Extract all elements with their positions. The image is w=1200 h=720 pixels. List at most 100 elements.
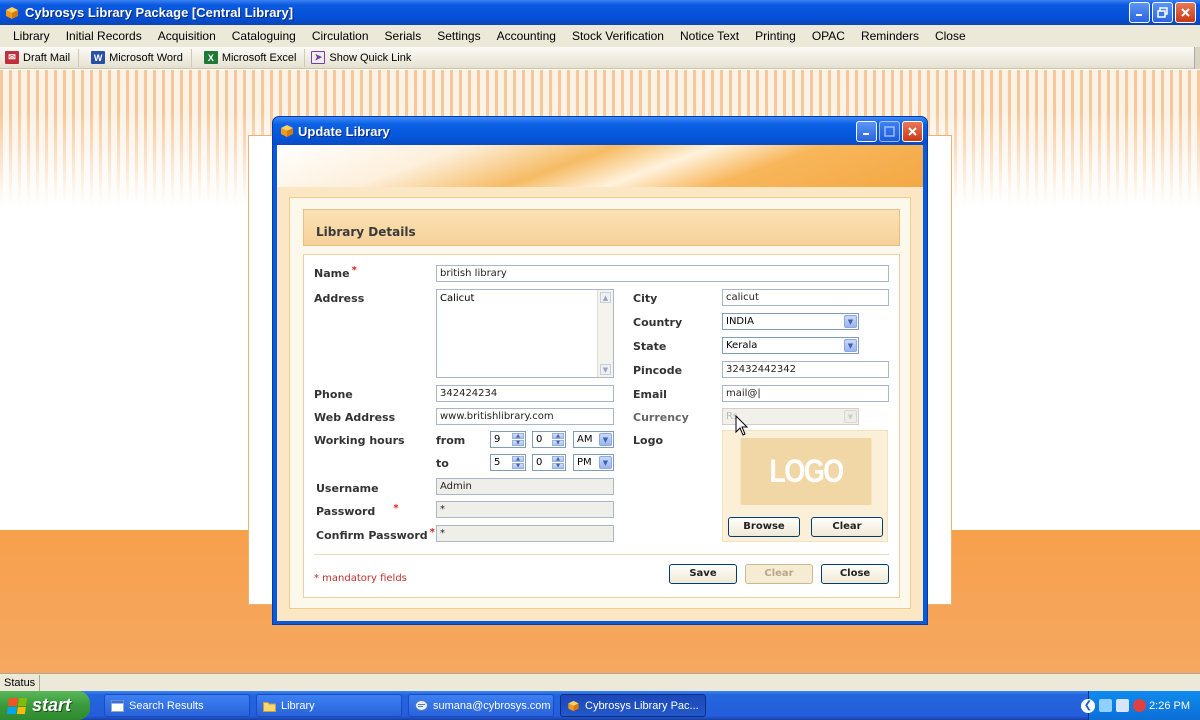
start-button[interactable]: start — [0, 691, 90, 720]
search-window-icon — [111, 699, 124, 712]
quick-microsoft-excel[interactable]: X Microsoft Excel — [192, 48, 306, 67]
chevron-down-icon[interactable]: ▼ — [844, 315, 857, 328]
menu-accounting[interactable]: Accounting — [489, 29, 564, 43]
toolbar-scroll-nub[interactable] — [1194, 47, 1200, 69]
scroll-down-icon[interactable]: ▼ — [600, 364, 611, 375]
app-restore-button[interactable] — [1152, 2, 1173, 23]
display-icon[interactable] — [1116, 699, 1129, 712]
taskbar-item-label: Library — [281, 699, 315, 712]
menu-settings[interactable]: Settings — [429, 29, 488, 43]
quick-draft-mail[interactable]: ✉ Draft Mail — [0, 48, 80, 67]
chevron-left-icon[interactable]: ❮ — [1081, 698, 1095, 713]
quick-show-quick-link[interactable]: ➤ Show Quick Link — [305, 49, 419, 67]
dialog-titlebar[interactable]: Update Library — [273, 117, 927, 145]
close-icon — [1181, 8, 1190, 17]
spin-down-icon[interactable]: ▼ — [512, 440, 524, 446]
web-address-field[interactable]: www.britishlibrary.com — [436, 408, 614, 425]
taskbar-library[interactable]: Library — [256, 694, 402, 717]
address-value: Calicut — [440, 293, 475, 304]
menu-reminders[interactable]: Reminders — [853, 29, 927, 43]
close-icon — [908, 127, 917, 136]
word-icon: W — [91, 51, 106, 64]
scroll-up-icon[interactable]: ▲ — [600, 292, 611, 303]
chevron-down-icon[interactable]: ▼ — [599, 456, 612, 469]
menu-circulation[interactable]: Circulation — [304, 29, 377, 43]
security-shield-icon[interactable] — [1133, 699, 1146, 712]
chevron-down-icon: ▼ — [844, 410, 857, 423]
chevron-down-icon[interactable]: ▼ — [844, 339, 857, 352]
state-value: Kerala — [726, 340, 758, 351]
section-title: Library Details — [303, 209, 900, 246]
menu-serials[interactable]: Serials — [377, 29, 430, 43]
chevron-down-icon[interactable]: ▼ — [599, 433, 612, 446]
phone-label: Phone — [314, 388, 353, 401]
to-hour-spinner[interactable]: 5 ▲ ▼ — [490, 454, 526, 471]
clear-button[interactable]: Clear — [745, 564, 813, 584]
menu-acquisition[interactable]: Acquisition — [150, 29, 224, 43]
state-select[interactable]: Kerala ▼ — [722, 337, 859, 354]
menu-close[interactable]: Close — [927, 29, 974, 43]
from-ampm-select[interactable]: AM ▼ — [573, 431, 614, 448]
quick-microsoft-excel-label: Microsoft Excel — [221, 51, 297, 64]
menu-initial-records[interactable]: Initial Records — [58, 29, 150, 43]
spin-up-icon[interactable]: ▲ — [552, 456, 564, 462]
from-hour-spinner[interactable]: 9 ▲ ▼ — [490, 431, 526, 448]
country-select[interactable]: INDIA ▼ — [722, 313, 859, 330]
quick-show-quick-link-label: Show Quick Link — [329, 51, 412, 64]
city-field[interactable]: calicut — [722, 289, 889, 306]
email-field[interactable]: mail@| — [722, 385, 889, 402]
currency-label: Currency — [633, 411, 689, 424]
dialog-cube-icon — [281, 125, 293, 137]
menu-printing[interactable]: Printing — [747, 29, 804, 43]
from-minute-spinner[interactable]: 0 ▲ ▼ — [532, 431, 566, 448]
spin-down-icon[interactable]: ▼ — [552, 463, 564, 469]
password-field[interactable]: * — [436, 501, 614, 518]
app-titlebar: Cybrosys Library Package [Central Librar… — [0, 0, 1200, 25]
spin-down-icon[interactable]: ▼ — [512, 463, 524, 469]
username-field[interactable]: Admin — [436, 478, 614, 495]
spin-up-icon[interactable]: ▲ — [512, 456, 524, 462]
taskbar-item-label: Search Results — [129, 699, 204, 712]
name-label: Name * — [314, 265, 357, 280]
spin-up-icon[interactable]: ▲ — [552, 433, 564, 439]
logo-clear-button[interactable]: Clear — [811, 517, 883, 537]
library-details-form: Name * british library Address Calicut ▲ … — [303, 254, 900, 598]
minimize-icon — [863, 133, 869, 135]
save-button[interactable]: Save — [669, 564, 737, 584]
to-minute-spinner[interactable]: 0 ▲ ▼ — [532, 454, 566, 471]
menu-cataloguing[interactable]: Cataloguing — [224, 29, 304, 43]
browse-button[interactable]: Browse — [728, 517, 800, 537]
menu-notice-text[interactable]: Notice Text — [672, 29, 747, 43]
close-button[interactable]: Close — [821, 564, 889, 584]
app-minimize-button[interactable] — [1129, 2, 1150, 23]
from-hour-value: 9 — [494, 434, 501, 445]
address-scrollbar[interactable]: ▲ ▼ — [597, 290, 613, 377]
dialog-minimize-button[interactable] — [856, 121, 877, 142]
app-close-button[interactable] — [1175, 2, 1196, 23]
name-field[interactable]: british library — [436, 265, 889, 282]
required-mark: * — [393, 503, 399, 514]
minimize-icon — [1136, 14, 1142, 16]
spin-up-icon[interactable]: ▲ — [512, 433, 524, 439]
menu-opac[interactable]: OPAC — [804, 29, 853, 43]
taskbar: start Search Results Library sumana@cybr… — [0, 691, 1200, 720]
country-label: Country — [633, 316, 683, 329]
pincode-field[interactable]: 32432442342 — [722, 361, 889, 378]
taskbar-search-results[interactable]: Search Results — [104, 694, 250, 717]
taskbar-email[interactable]: sumana@cybrosys.com — [408, 694, 554, 717]
taskbar-cybrosys[interactable]: Cybrosys Library Pac... — [560, 694, 706, 717]
dialog-content: Library Details Name * british library Ad… — [289, 197, 911, 609]
phone-field[interactable]: 342424234 — [436, 385, 614, 402]
menu-library[interactable]: Library — [5, 29, 58, 43]
quick-microsoft-word[interactable]: W Microsoft Word — [79, 48, 192, 67]
confirm-password-label: Confirm Password * — [316, 527, 435, 542]
country-value: INDIA — [726, 316, 754, 327]
dialog-close-button[interactable] — [902, 121, 923, 142]
network-icon[interactable] — [1099, 699, 1112, 712]
menu-stock-verification[interactable]: Stock Verification — [564, 29, 672, 43]
confirm-password-field[interactable]: * — [436, 525, 614, 542]
address-textarea[interactable]: Calicut ▲ ▼ — [436, 289, 614, 378]
dialog-maximize-button[interactable] — [879, 121, 900, 142]
to-ampm-select[interactable]: PM ▼ — [573, 454, 614, 471]
spin-down-icon[interactable]: ▼ — [552, 440, 564, 446]
